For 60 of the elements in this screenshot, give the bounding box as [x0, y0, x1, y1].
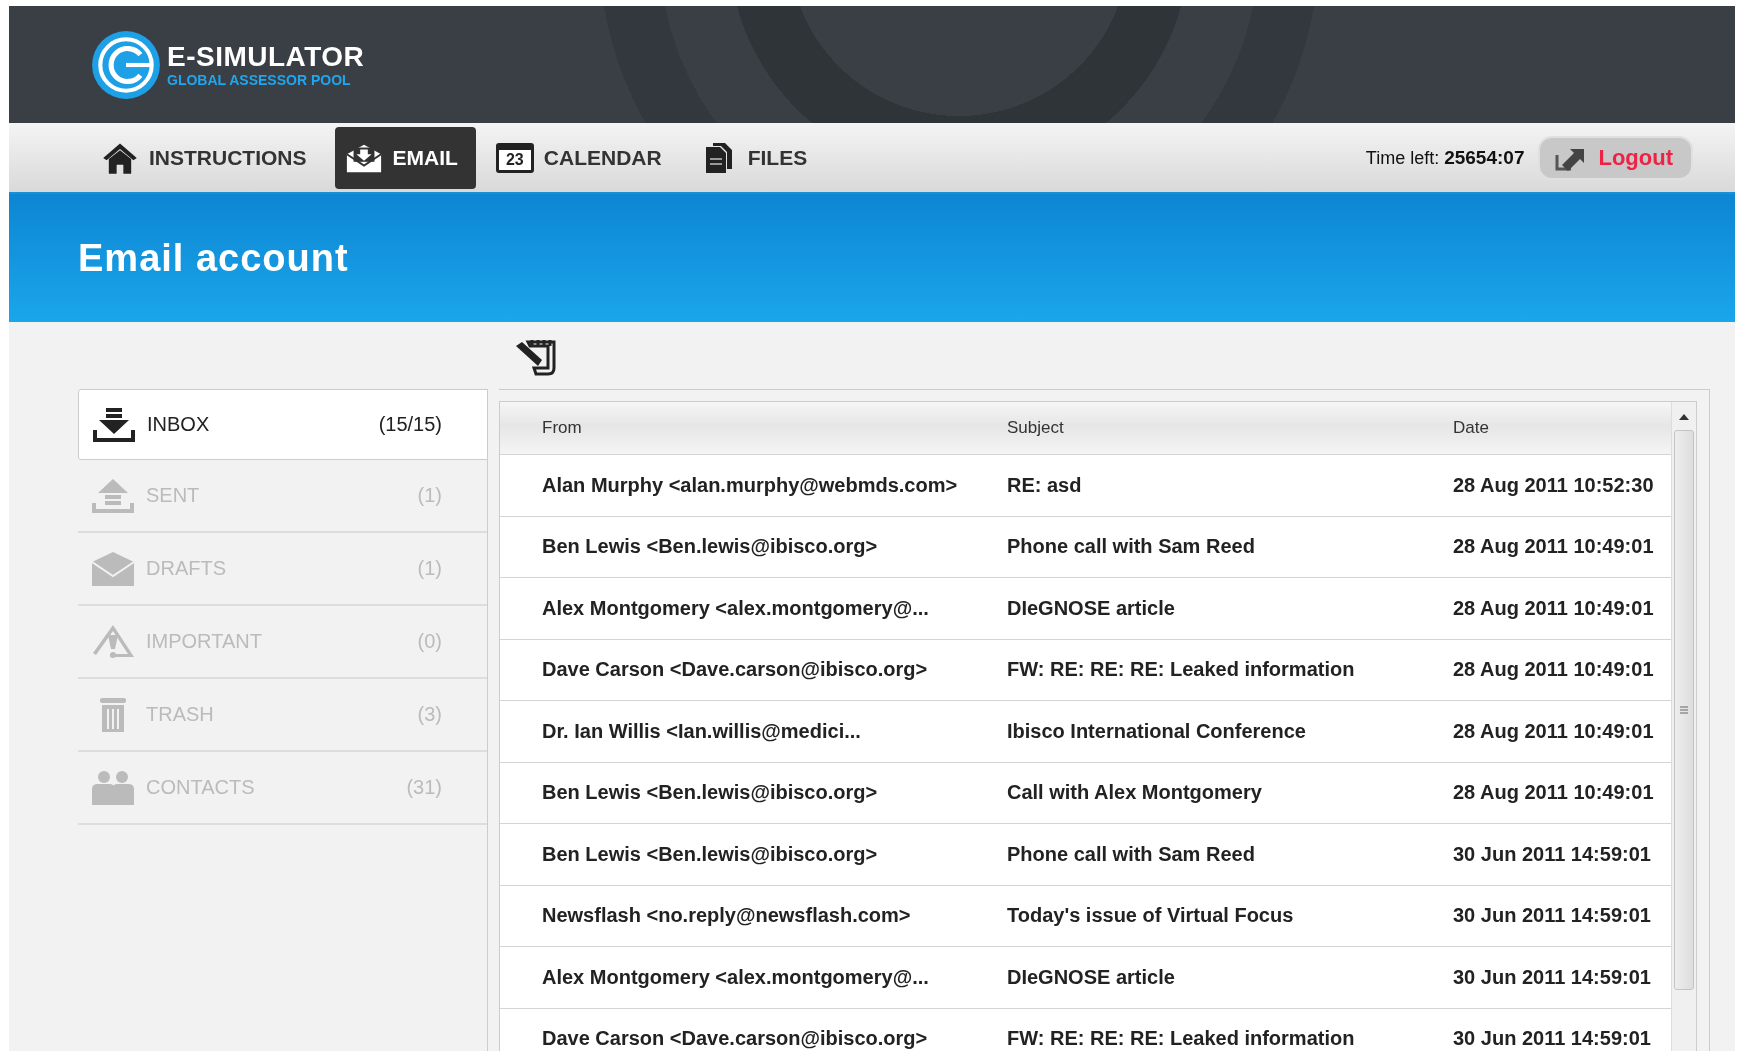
date-cell-text: 28 Aug 2011 10:52:30: [1453, 473, 1655, 497]
subject-cell-text: FW: RE: RE: RE: Leaked information: [1007, 1027, 1356, 1051]
logo-title: E-SIMULATOR: [167, 41, 365, 72]
nav-tab[interactable]: FILES: [689, 126, 826, 189]
email-row[interactable]: Ben Lewis <Ben.lewis@ibisco.org> Phone call with Sam Reed 30 Jun 2011 14:59:01: [500, 824, 1671, 886]
nav-tab[interactable]: 23 CALENDAR: [485, 126, 680, 189]
subject-cell-text: Phone call with Sam Reed: [1007, 535, 1256, 559]
scrollbar[interactable]: [1671, 402, 1696, 1051]
sender-cell-text: Alan Murphy <alan.murphy@webmds.com>: [541, 473, 959, 497]
sender-cell-text: Dave Carson <Dave.carson@ibisco.org>: [541, 1027, 929, 1051]
scroll-thumb[interactable]: [1674, 430, 1694, 990]
date-cell-text: 30 Jun 2011 14:59:01: [1453, 842, 1652, 866]
email-row[interactable]: Ben Lewis <Ben.lewis@ibisco.org> Call with Alex Montgomery 28 Aug 2011 10:49:01: [500, 762, 1671, 824]
sender-cell-text: Ben Lewis <Ben.lewis@ibisco.org>: [541, 842, 879, 866]
sender-cell-text: Ben Lewis <Ben.lewis@ibisco.org>: [541, 781, 879, 805]
date-cell-text: 28 Aug 2011 10:49:01: [1453, 719, 1655, 743]
sender-cell-text: Alex Montgomery <alex.montgomery@...: [541, 965, 930, 989]
people-icon: [90, 768, 136, 807]
subject-cell-text: Phone call with Sam Reed: [1007, 842, 1256, 866]
date-cell-text: 30 Jun 2011 14:59:01: [1453, 904, 1652, 928]
column-header[interactable]: Subject: [1007, 418, 1453, 438]
logo-subtitle: GLOBAL ASSESSOR POOL: [167, 71, 352, 88]
grip-icon: [1680, 706, 1688, 714]
subject-cell-text: FW: RE: RE: RE: Leaked information: [1007, 658, 1356, 682]
envelope-icon: [90, 549, 136, 588]
subject-cell-text: RE: asd: [1007, 473, 1083, 497]
outbox-tray-icon: [90, 476, 136, 515]
email-row[interactable]: Dave Carson <Dave.carson@ibisco.org> FW: RE: RE: RE: Leaked information 28 Aug 2011 10:49:01: [500, 639, 1671, 701]
folder-item[interactable]: INBOX (15/15): [78, 389, 488, 460]
email-row[interactable]: Alan Murphy <alan.murphy@webmds.com> RE: asd 28 Aug 2011 10:52:30: [500, 455, 1671, 517]
email-row[interactable]: Alex Montgomery <alex.montgomery@... DIeGNOSE article 30 Jun 2011 14:59:01: [500, 947, 1671, 1009]
email-row[interactable]: Alex Montgomery <alex.montgomery@... DIeGNOSE article 28 Aug 2011 10:49:01: [500, 578, 1671, 640]
email-row[interactable]: Dr. Ian Willis <Ian.willis@medici... Ibisco International Conference 28 Aug 2011 10:49:01: [500, 701, 1671, 763]
column-header[interactable]: Date: [1453, 418, 1671, 438]
sender-cell-text: Ben Lewis <Ben.lewis@ibisco.org>: [541, 535, 879, 559]
date-cell-text: 30 Jun 2011 14:59:01: [1453, 1027, 1652, 1051]
nav-tab[interactable]: INSTRUCTIONS: [91, 126, 325, 189]
email-row[interactable]: Ben Lewis <Ben.lewis@ibisco.org> Phone call with Sam Reed 28 Aug 2011 10:49:01: [500, 516, 1671, 578]
subject-cell-text: DIeGNOSE article: [1007, 596, 1176, 620]
date-cell-text: 28 Aug 2011 10:49:01: [1453, 658, 1655, 682]
sender-cell-text: Newsflash <no.reply@newsflash.com>: [541, 904, 912, 928]
nav-tab[interactable]: EMAIL: [334, 126, 476, 189]
email-row[interactable]: Newsflash <no.reply@newsflash.com> Today's issue of Virtual Focus 30 Jun 2011 14:59:01: [500, 885, 1671, 947]
scroll-up-arrow-icon[interactable]: [1679, 414, 1689, 420]
sender-cell-text: Dave Carson <Dave.carson@ibisco.org>: [541, 658, 929, 682]
sender-cell-text: Dr. Ian Willis <Ian.willis@medici...: [541, 719, 862, 743]
date-cell-text: 30 Jun 2011 14:59:01: [1453, 965, 1652, 989]
subject-cell-text: DIeGNOSE article: [1007, 965, 1176, 989]
date-cell-text: 28 Aug 2011 10:49:01: [1453, 781, 1655, 805]
subject-cell-text: Call with Alex Montgomery: [1007, 781, 1263, 805]
inbox-tray-icon: [91, 405, 137, 444]
subject-cell-text: Ibisco International Conference: [1007, 719, 1307, 743]
calendar-icon: 23: [495, 142, 534, 173]
time-left-text: Time left: 25654:07: [1365, 146, 1525, 169]
date-cell-text: 28 Aug 2011 10:49:01: [1453, 596, 1655, 620]
date-cell-text: 28 Aug 2011 10:49:01: [1453, 535, 1655, 559]
column-header[interactable]: From: [500, 418, 1007, 438]
sender-cell-text: Alex Montgomery <alex.montgomery@...: [541, 596, 930, 620]
page-title: Email account: [78, 236, 349, 280]
subject-cell-text: Today's issue of Virtual Focus: [1007, 904, 1295, 928]
